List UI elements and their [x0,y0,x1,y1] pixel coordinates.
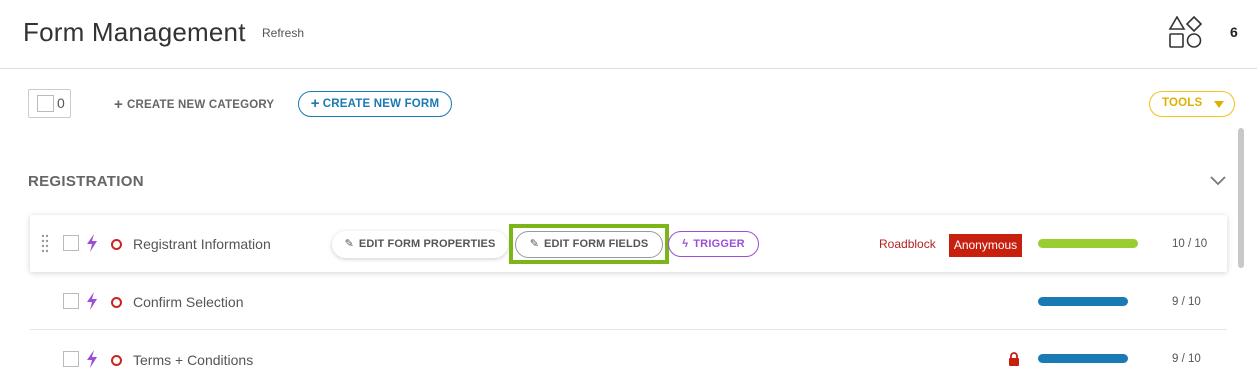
progress-count: 9 / 10 [1172,296,1201,308]
shapes-icon[interactable] [1168,16,1202,48]
scrollbar[interactable] [1238,128,1244,268]
form-name[interactable]: Registrant Information [133,236,271,252]
edit-form-properties-label: EDIT FORM PROPERTIES [358,238,496,250]
edit-form-properties-button[interactable]: ✎ EDIT FORM PROPERTIES [332,231,508,258]
chevron-down-icon[interactable] [1209,173,1227,187]
plus-icon: + [114,96,123,113]
progress-count: 9 / 10 [1172,353,1201,365]
edit-form-fields-button[interactable]: ✎ EDIT FORM FIELDS [515,231,663,258]
progress-bar [1038,297,1128,306]
anonymous-badge: Anonymous [949,234,1022,257]
page-title: Form Management [23,17,246,47]
lock-icon [1009,352,1019,366]
edit-form-fields-label: EDIT FORM FIELDS [544,238,649,250]
trigger-label: TRIGGER [693,238,745,250]
roadblock-label: Roadblock [879,237,936,251]
drag-handle-icon[interactable] [41,234,49,254]
form-row[interactable]: Registrant Information ✎ EDIT FORM PROPER… [30,215,1227,272]
row-checkbox[interactable] [63,293,79,309]
create-category-label: CREATE NEW CATEGORY [126,99,275,111]
section-title: REGISTRATION [28,173,144,190]
create-category-button[interactable]: + CREATE NEW CATEGORY [114,96,274,113]
status-circle-icon [111,239,122,250]
bolt-icon[interactable] [85,350,99,368]
status-circle-icon [111,297,122,308]
header: Form Management Refresh 6 [0,0,1257,69]
bolt-icon: ϟ [682,238,689,250]
create-form-button[interactable]: + CREATE NEW FORM [298,91,452,117]
progress-count: 10 / 10 [1172,238,1208,250]
form-row[interactable]: Terms + Conditions 9 / 10 [30,331,1227,388]
plus-icon: + [310,95,320,112]
form-name[interactable]: Confirm Selection [133,294,244,310]
selected-count: 0 [57,95,65,111]
select-all-checkbox[interactable] [37,95,54,112]
form-name[interactable]: Terms + Conditions [133,352,253,368]
create-form-label: CREATE NEW FORM [322,98,440,110]
refresh-link[interactable]: Refresh [262,26,304,40]
caret-down-icon [1214,101,1224,108]
progress-bar [1038,239,1138,248]
trigger-button[interactable]: ϟ TRIGGER [668,231,759,257]
select-all-box[interactable]: 0 [28,89,71,118]
bolt-icon[interactable] [85,292,99,310]
progress-bar [1038,354,1128,363]
pencil-icon: ✎ [344,238,354,250]
row-checkbox[interactable] [63,351,79,367]
row-checkbox[interactable] [63,235,79,251]
tools-label: TOOLS [1162,97,1203,109]
pencil-icon: ✎ [529,238,540,250]
status-circle-icon [111,355,122,366]
header-count: 6 [1230,24,1238,40]
form-row[interactable]: Confirm Selection 9 / 10 [30,273,1227,330]
tools-dropdown[interactable]: TOOLS [1149,91,1235,117]
bolt-icon[interactable] [85,234,99,252]
